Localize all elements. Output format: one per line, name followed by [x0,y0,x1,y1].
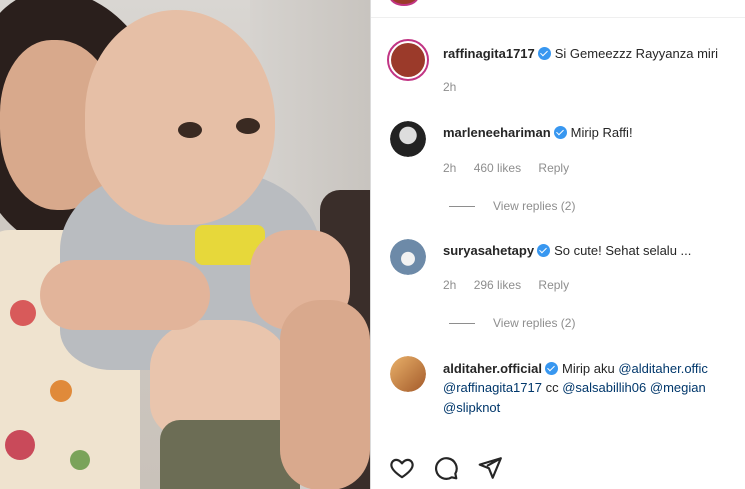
comment-avatar[interactable] [390,356,426,392]
comment-time[interactable]: 2h [443,278,456,292]
reply-button[interactable]: Reply [538,161,569,175]
comment-likes[interactable]: 296 likes [474,278,521,292]
verified-badge-icon [553,126,567,139]
heart-icon[interactable] [389,455,415,481]
shirt-flower [50,380,72,402]
shirt-flower [70,450,90,470]
comments-panel: raffinagita1717 Si Gemeezzz Rayyanza miri… [370,0,745,489]
comment-text: Mirip aku [561,361,615,376]
mention-link[interactable]: @raffinagita1717 [443,380,542,395]
comment-time[interactable]: 2h [443,161,456,175]
avatar-image [390,356,426,392]
caption-text: Si Gemeezzz Rayyanza miri [554,46,719,61]
view-replies-label: View replies (2) [493,316,576,330]
baby-arm [40,260,210,330]
caption-avatar[interactable] [387,39,429,81]
comment-line: @slipknot [443,400,500,415]
header-avatar[interactable] [389,0,419,6]
mother-arm [280,300,370,489]
view-replies-button[interactable]: View replies (2) [449,199,575,213]
post-media[interactable] [0,0,370,489]
action-bar [389,455,503,481]
comment-line: suryasahetapy So cute! Sehat selalu ... [443,243,691,258]
comment-line: @raffinagita1717 cc @salsabillih06 @megi… [443,380,706,395]
mention-link[interactable]: @salsabillih06 [562,380,646,395]
view-replies-button[interactable]: View replies (2) [449,316,575,330]
avatar-image [390,121,426,157]
comment-text: So cute! Sehat selalu ... [554,243,692,258]
reply-button[interactable]: Reply [538,278,569,292]
caption-line: raffinagita1717 Si Gemeezzz Rayyanza miri [443,46,718,61]
baby-eye [236,118,260,134]
shirt-flower [10,300,36,326]
comment-username[interactable]: suryasahetapy [443,243,534,258]
comment-username[interactable]: alditaher.official [443,361,542,376]
comment-meta: 2h 460 likes Reply [443,161,583,175]
divider [371,17,745,18]
replies-dash [449,205,475,207]
mention-link[interactable]: @megian [650,380,706,395]
comment-avatar[interactable] [390,239,426,275]
comment-line: marleneehariman Mirip Raffi! [443,125,633,140]
share-icon[interactable] [477,455,503,481]
verified-badge-icon [537,47,551,60]
baby-pants [160,420,300,489]
mention-link[interactable]: @slipknot [443,400,500,415]
verified-badge-icon [537,244,551,257]
verified-badge-icon [544,362,558,375]
comment-text: Mirip Raffi! [570,125,633,140]
replies-dash [449,322,475,324]
comment-likes[interactable]: 460 likes [474,161,521,175]
avatar-image [390,239,426,275]
view-replies-label: View replies (2) [493,199,576,213]
shirt-flower [5,430,35,460]
caption-meta: 2h [443,80,470,94]
baby-eye [178,122,202,138]
comment-line: alditaher.official Mirip aku @alditaher.o… [443,361,708,376]
comment-meta: 2h 296 likes Reply [443,278,583,292]
comment-icon[interactable] [433,455,459,481]
mention-link[interactable]: @alditaher.offic [618,361,708,376]
comment-text: cc [545,380,559,395]
caption-username[interactable]: raffinagita1717 [443,46,535,61]
comment-avatar[interactable] [390,121,426,157]
caption-time[interactable]: 2h [443,80,456,94]
avatar-image [391,43,425,77]
comment-username[interactable]: marleneehariman [443,125,551,140]
